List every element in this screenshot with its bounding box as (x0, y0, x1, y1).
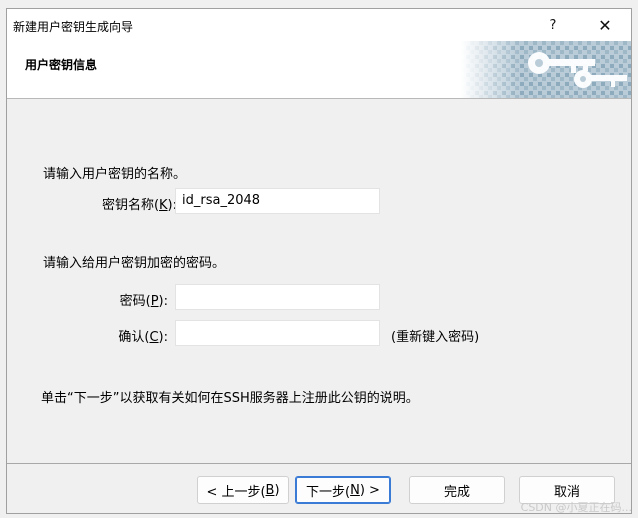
close-icon: ✕ (598, 15, 612, 35)
finish-button[interactable]: 完成 (409, 476, 505, 504)
key-name-value: id_rsa_2048 (182, 193, 261, 208)
footer-divider (7, 463, 631, 464)
name-prompt: 请输入用户密钥的名称。 (43, 167, 187, 182)
wizard-header: 用户密钥信息 (7, 41, 631, 99)
password-label: 密码(P): (119, 294, 168, 309)
info-text: 单击“下一步”以获取有关如何在SSH服务器上注册此公钥的说明。 (41, 391, 419, 406)
wizard-window: 新建用户密钥生成向导 ? ✕ 用户密钥信息 请输入用户密钥的名称。 密钥名称(K… (6, 8, 632, 514)
next-button[interactable]: 下一步(N) > (295, 476, 391, 504)
help-button[interactable]: ? (533, 13, 573, 37)
password-input[interactable] (175, 284, 380, 310)
title-bar: 新建用户密钥生成向导 ? ✕ (7, 9, 631, 41)
confirm-label: 确认(C): (118, 330, 168, 345)
key-name-input[interactable]: id_rsa_2048 (175, 188, 380, 214)
confirm-input[interactable] (175, 320, 380, 346)
window-title: 新建用户密钥生成向导 (13, 20, 134, 34)
key-name-label: 密钥名称(K): (101, 198, 177, 213)
close-button[interactable]: ✕ (585, 13, 625, 37)
page-title: 用户密钥信息 (25, 58, 98, 72)
password-prompt: 请输入给用户密钥加密的密码。 (43, 256, 226, 271)
confirm-hint: (重新键入密码) (391, 330, 480, 345)
help-icon: ? (549, 17, 557, 33)
back-button[interactable]: < 上一步(B) (197, 476, 289, 504)
watermark: CSDN @小夏正在码... (520, 501, 632, 514)
keys-icon (461, 41, 631, 98)
